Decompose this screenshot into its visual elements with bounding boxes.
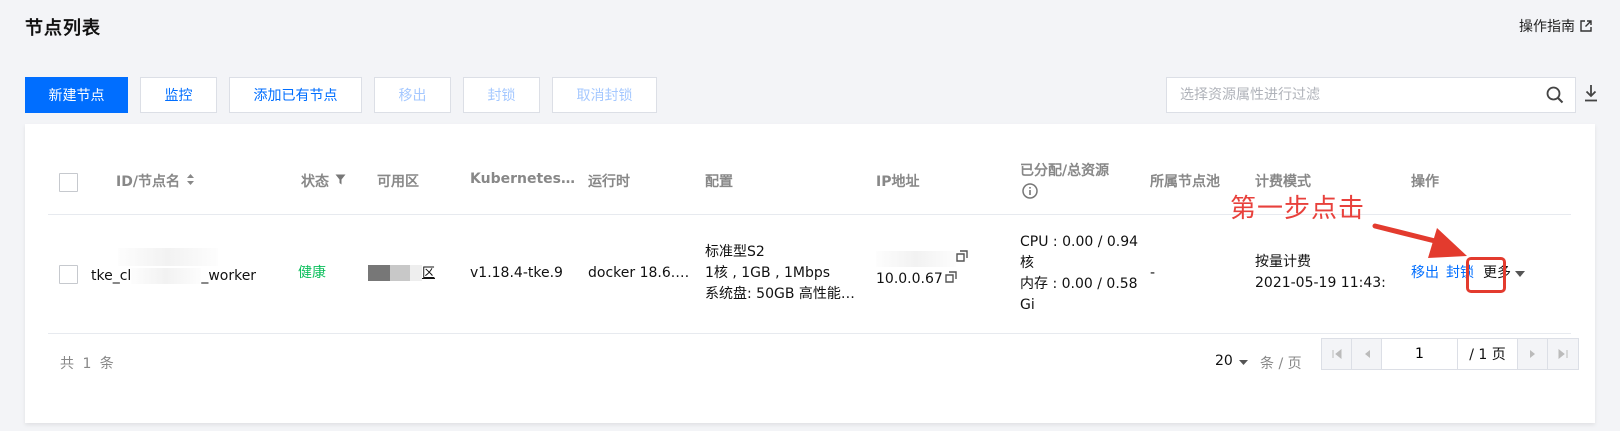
total-count: 共 1 条 [60,356,116,372]
row-checkbox[interactable] [59,265,78,284]
guide-link[interactable]: 操作指南 [1519,16,1592,36]
pagination: / 1 页 [1321,338,1579,370]
page-title: 节点列表 [25,18,101,39]
cpu-usage: CPU : 0.00 / 0.94 [1020,234,1139,250]
header-config: 配置 [705,174,733,190]
filter-icon[interactable] [335,173,346,189]
add-existing-node-button[interactable]: 添加已有节点 [229,77,362,113]
config-cell: 标准型S2 1核 , 1GB , 1Mbps 系统盘: 50GB 高性能… [705,242,855,305]
row-remove-link[interactable]: 移出 [1411,263,1439,284]
status-healthy: 健康 [298,265,326,281]
node-pool: - [1150,265,1156,281]
header-pool: 所属节点池 [1150,174,1220,190]
billing-cell: 按量计费 2021-05-19 11:43:05 [1255,252,1385,294]
node-name-suffix: _worker [201,268,257,284]
memory-usage: 内存 : 0.00 / 0.58 [1020,276,1138,292]
annotation-highlight-box [1466,257,1506,293]
blurred-public-ip [876,250,956,267]
zone-blur-dark [368,265,390,281]
sort-icon[interactable] [186,173,195,190]
total-pages: / 1 页 [1458,339,1518,369]
blurred-node-id [118,248,218,266]
monitor-button[interactable]: 监控 [140,77,217,113]
remove-button[interactable]: 移出 [374,77,451,113]
public-ip-row [876,248,968,269]
memory-unit: Gi [1020,297,1035,313]
page-size-select[interactable]: 20 [1215,353,1248,369]
billing-time: 2021-05-19 11:43:05 [1255,275,1385,291]
zone-label: 区 [422,266,436,281]
header-resources: 已分配/总资源 [1020,163,1110,179]
page-size-value: 20 [1215,353,1233,369]
cpu-unit: 核 [1020,255,1034,271]
k8s-version: v1.18.4-tke.9 [470,265,563,281]
header-ops: 操作 [1411,174,1439,190]
last-page-icon[interactable] [1548,339,1578,369]
header-id[interactable]: ID/节点名 [116,171,195,191]
config-type: 标准型S2 [705,244,765,260]
config-disk: 系统盘: 50GB 高性能… [705,286,855,302]
ip-cell: 10.0.0.67 [876,248,968,290]
prev-page-icon[interactable] [1352,339,1382,369]
config-spec: 1核 , 1GB , 1Mbps [705,265,831,281]
uncordon-button[interactable]: 取消封锁 [552,77,657,113]
next-page-icon[interactable] [1518,339,1548,369]
annotation-label: 第一步点击 [1230,194,1366,224]
per-page-label: 条 / 页 [1260,356,1302,372]
zone-cell: 区 [368,263,435,284]
select-all-checkbox[interactable] [59,173,78,192]
resources-cell: CPU : 0.00 / 0.94 核 内存 : 0.00 / 0.58 Gi [1020,232,1138,316]
node-name-prefix: tke_cl [91,268,132,284]
zone-blur-edge [410,265,422,281]
guide-label: 操作指南 [1519,19,1575,35]
search-box [1166,77,1576,113]
table-row: tke_cl _worker 健康 区 v1.18.4-tke.9 docker … [48,215,1571,334]
zone-blur-light [390,265,410,281]
header-id-label: ID/节点名 [116,174,180,190]
header-status-label: 状态 [301,174,329,190]
billing-mode: 按量计费 [1255,254,1311,270]
external-link-icon [1580,20,1592,32]
search-input[interactable] [1167,78,1535,112]
header-k8s: Kubernetes… [470,171,575,187]
chevron-down-icon [1238,353,1248,369]
runtime-cell: docker 18.6.… [588,265,690,281]
node-table-card: ID/节点名 状态 可用区 Kubernetes… 运行时 配置 IP地址 已分… [25,124,1595,423]
private-ip: 10.0.0.67 [876,271,943,287]
copy-icon[interactable] [945,269,957,290]
header-ip: IP地址 [876,174,920,190]
blurred-node-name [131,268,202,284]
header-status[interactable]: 状态 [301,171,346,191]
chevron-down-icon [1515,263,1525,284]
node-name[interactable]: tke_cl _worker [91,248,271,287]
info-icon[interactable] [1022,183,1038,203]
copy-icon[interactable] [956,248,968,269]
private-ip-row: 10.0.0.67 [876,269,968,290]
header-runtime: 运行时 [588,174,630,190]
header-zone: 可用区 [377,174,419,190]
create-node-button[interactable]: 新建节点 [25,77,128,113]
download-icon[interactable] [1584,84,1598,106]
cordon-button[interactable]: 封锁 [463,77,540,113]
search-icon[interactable] [1535,78,1575,112]
first-page-icon[interactable] [1322,339,1352,369]
toolbar: 新建节点 监控 添加已有节点 移出 封锁 取消封锁 [25,77,657,113]
page-number-input[interactable] [1382,339,1458,369]
